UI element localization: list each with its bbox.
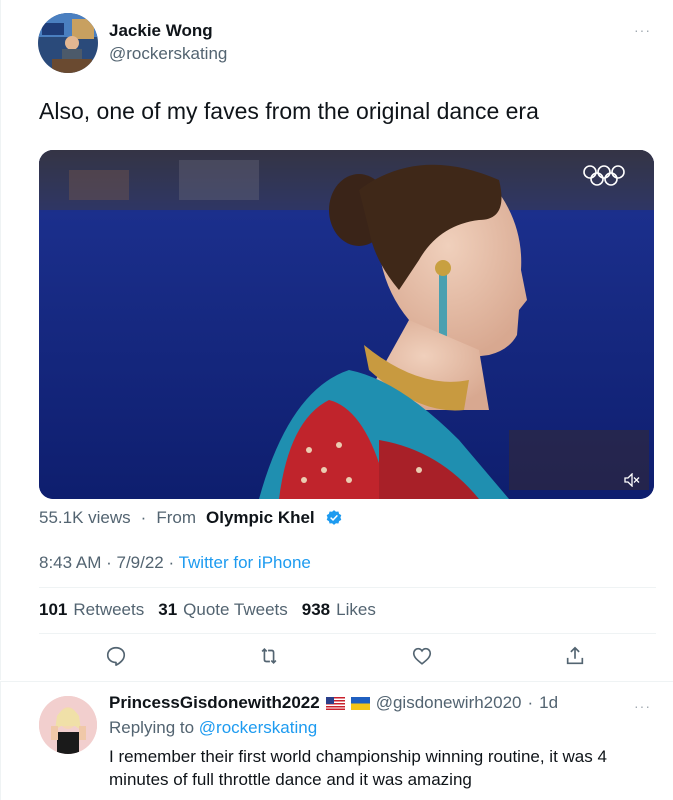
action-bar [39,645,656,673]
reply-more-options-icon[interactable]: ··· [634,698,651,714]
views-row: 55.1K views · From Olympic Khel [39,508,343,528]
timestamp-row: 8:43 AM · 7/9/22 · Twitter for iPhone [39,553,311,572]
more-options-icon[interactable]: ··· [634,22,651,38]
reply-time[interactable]: 1d [539,693,558,713]
tweet-text: Also, one of my faves from the original … [39,98,539,124]
reply-author-name[interactable]: PrincessGisdonewith2022 [109,693,320,713]
main-tweet: Jackie Wong @rockerskating ··· Also, one… [0,0,673,680]
share-icon[interactable] [564,645,586,667]
verified-badge-icon [326,510,341,525]
us-flag-icon [325,696,345,710]
divider [39,587,656,588]
olympic-rings-icon [583,165,625,186]
retweets-stat[interactable]: 101 Retweets [39,600,144,620]
video-frame [39,150,654,499]
engagement-stats: 101 Retweets 31 Quote Tweets 938 Likes [39,600,382,620]
likes-stat[interactable]: 938 Likes [302,600,376,620]
ukraine-flag-icon [350,696,370,710]
client-link[interactable]: Twitter for iPhone [179,553,311,572]
views-count: 55.1K views [39,508,131,527]
quote-tweets-stat[interactable]: 31 Quote Tweets [158,600,288,620]
separator-dot: · [527,693,534,712]
tweet-time[interactable]: 8:43 AM [39,553,101,572]
source-account[interactable]: Olympic Khel [206,508,315,528]
reply-icon[interactable] [105,645,127,667]
reply-header: PrincessGisdonewith2022 @gisdonewirh2020… [109,693,558,713]
reply-tweet[interactable]: PrincessGisdonewith2022 @gisdonewirh2020… [0,681,673,800]
separator-dot: · [140,508,147,527]
mute-icon[interactable] [624,473,640,487]
author-name[interactable]: Jackie Wong [109,21,213,41]
retweet-icon[interactable] [258,645,280,667]
reply-author-handle[interactable]: @gisdonewirh2020 [376,693,522,713]
replying-to-mention[interactable]: @rockerskating [199,718,317,737]
replying-to-label: Replying to [109,718,195,737]
tweet-date[interactable]: 7/9/22 [117,553,164,572]
like-icon[interactable] [411,645,433,667]
replying-to: Replying to @rockerskating [109,718,317,738]
reply-avatar[interactable] [39,696,97,754]
from-label: From [156,508,197,527]
video-player[interactable] [39,150,654,499]
author-handle[interactable]: @rockerskating [109,44,227,64]
reply-text: I remember their first world championshi… [109,747,607,789]
author-avatar[interactable] [38,13,98,73]
divider [39,633,656,634]
